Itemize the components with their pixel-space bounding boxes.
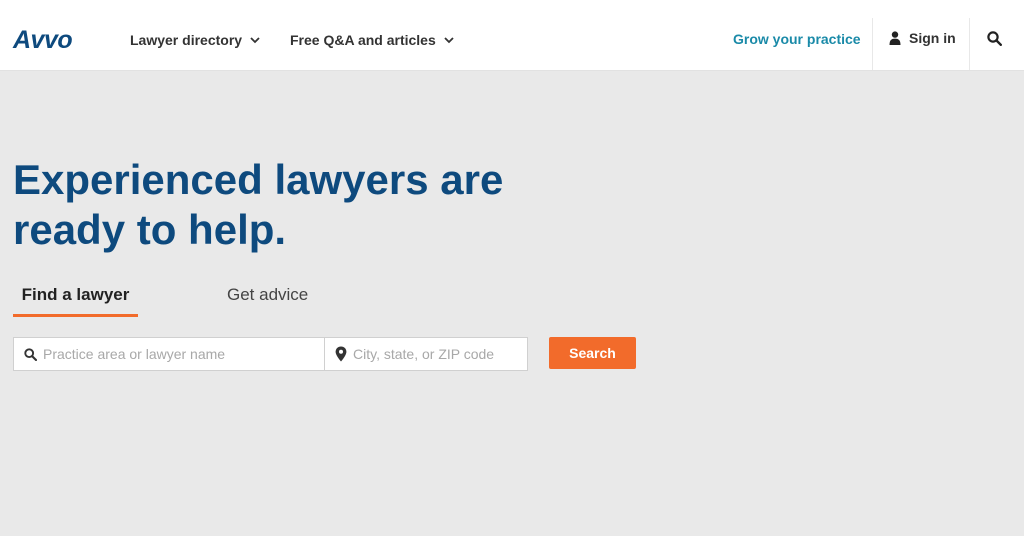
chevron-down-icon <box>250 36 260 44</box>
map-pin-icon <box>335 346 347 362</box>
tab-find-a-lawyer-label: Find a lawyer <box>21 285 130 304</box>
practice-area-field <box>13 337 325 371</box>
hero-section: Experienced lawyers are ready to help. F… <box>0 71 1024 536</box>
nav-free-qa-label: Free Q&A and articles <box>290 32 436 48</box>
header-divider <box>872 18 873 70</box>
location-field <box>324 337 528 371</box>
tab-get-advice-label: Get advice <box>227 285 309 304</box>
header-divider <box>969 18 970 70</box>
site-header: Avvo Lawyer directory Free Q&A and artic… <box>0 0 1024 71</box>
nav-free-qa-articles[interactable]: Free Q&A and articles <box>290 30 454 50</box>
search-icon <box>24 347 37 361</box>
practice-area-input[interactable] <box>43 339 324 369</box>
avvo-logo[interactable]: Avvo <box>13 26 73 54</box>
sign-in-label: Sign in <box>909 30 956 46</box>
search-button[interactable]: Search <box>549 337 636 369</box>
sign-in-button[interactable]: Sign in <box>889 30 956 46</box>
hero-headline: Experienced lawyers are ready to help. <box>13 156 504 253</box>
user-icon <box>889 31 901 45</box>
nav-lawyer-directory[interactable]: Lawyer directory <box>130 30 260 50</box>
chevron-down-icon <box>444 36 454 44</box>
grow-your-practice-link[interactable]: Grow your practice <box>733 31 861 47</box>
tab-find-a-lawyer[interactable]: Find a lawyer <box>13 285 138 317</box>
nav-lawyer-directory-label: Lawyer directory <box>130 32 243 48</box>
tab-get-advice[interactable]: Get advice <box>227 285 308 305</box>
search-icon[interactable] <box>987 31 1002 46</box>
location-input[interactable] <box>353 339 527 369</box>
active-tab-indicator <box>13 314 138 317</box>
page-bottom-strip <box>0 536 1024 556</box>
